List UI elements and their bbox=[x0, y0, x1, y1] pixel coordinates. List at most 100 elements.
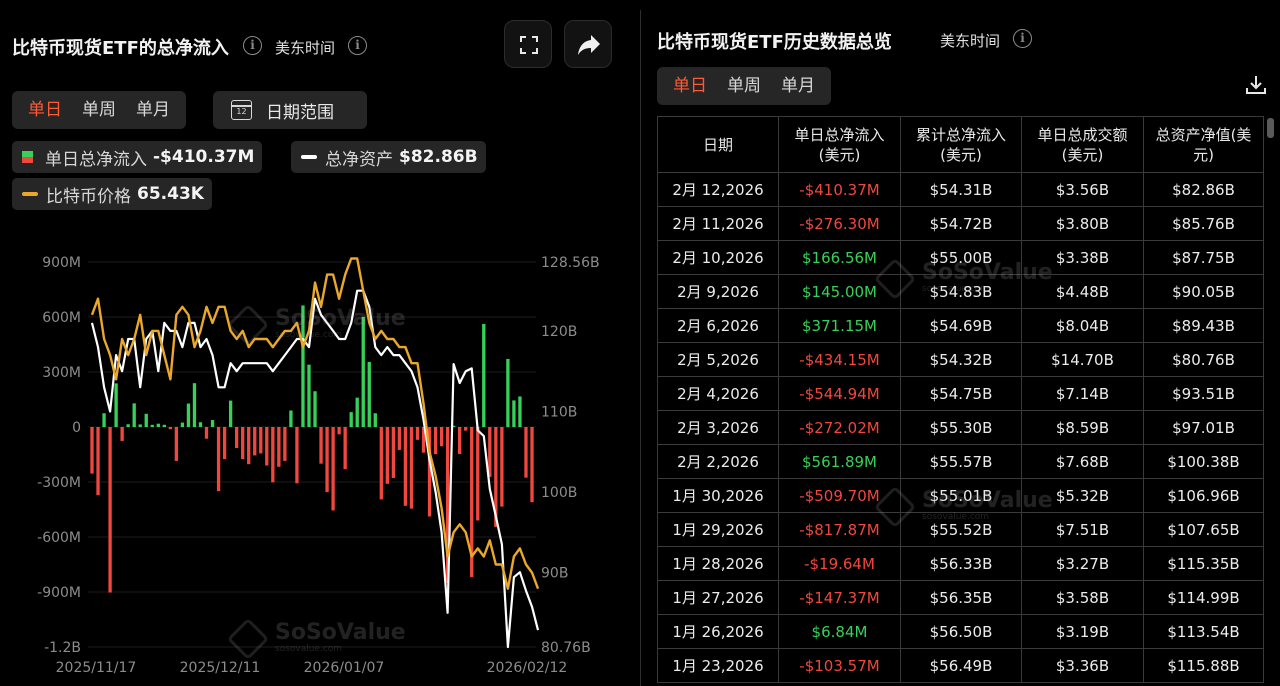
inflow-bar[interactable] bbox=[247, 427, 251, 465]
inflow-bar[interactable] bbox=[482, 323, 486, 427]
inflow-bar[interactable] bbox=[126, 424, 130, 427]
inflow-bar[interactable] bbox=[132, 403, 136, 427]
inflow-bar[interactable] bbox=[458, 427, 462, 455]
inflow-bar[interactable] bbox=[277, 427, 281, 467]
chart-tab-monthly[interactable]: 单月 bbox=[126, 91, 180, 129]
table-cell: -$103.57M bbox=[778, 648, 901, 683]
download-icon[interactable] bbox=[1244, 73, 1268, 97]
inflow-bar[interactable] bbox=[385, 427, 389, 484]
inflow-bar[interactable] bbox=[409, 427, 414, 509]
inflow-bar[interactable] bbox=[144, 413, 148, 427]
fullscreen-button[interactable] bbox=[504, 20, 552, 68]
inflow-bar[interactable] bbox=[361, 317, 365, 427]
title-info-icon[interactable]: i bbox=[243, 36, 262, 55]
inflow-bar[interactable] bbox=[271, 427, 275, 483]
share-button[interactable] bbox=[564, 20, 612, 68]
inflow-bar[interactable] bbox=[319, 427, 323, 464]
inflow-bar[interactable] bbox=[379, 427, 383, 500]
legend-btc-price[interactable]: 比特币价格 65.43K bbox=[12, 178, 212, 210]
table-cell: $54.69B bbox=[900, 308, 1022, 343]
table-tab-daily[interactable]: 单日 bbox=[663, 67, 717, 105]
inflow-bar[interactable] bbox=[331, 427, 335, 511]
inflow-bar[interactable] bbox=[403, 427, 408, 506]
inflow-bar[interactable] bbox=[120, 427, 124, 441]
table-cell: 2月 11,2026 bbox=[657, 206, 779, 241]
inflow-bar[interactable] bbox=[174, 427, 179, 461]
inflow-bar[interactable] bbox=[210, 420, 215, 427]
inflow-bar[interactable] bbox=[289, 410, 293, 428]
table-cell: $93.51B bbox=[1143, 376, 1264, 411]
inflow-bar[interactable] bbox=[500, 427, 504, 507]
inflow-bar[interactable] bbox=[180, 422, 185, 427]
table-cell: $8.59B bbox=[1021, 410, 1144, 445]
table-scrollbar[interactable] bbox=[1267, 118, 1274, 138]
inflow-bar[interactable] bbox=[90, 427, 94, 474]
table-row: 1月 23,2026 -$103.57M $56.49B $3.36B $115.88B bbox=[657, 648, 1264, 683]
inflow-bar[interactable] bbox=[512, 400, 516, 427]
inflow-bar[interactable] bbox=[295, 427, 299, 484]
inflow-bar[interactable] bbox=[198, 422, 203, 427]
table-row: 2月 12,2026 -$410.37M $54.31B $3.56B $82.86B bbox=[657, 172, 1264, 207]
inflow-bar[interactable] bbox=[355, 397, 359, 427]
inflow-bar[interactable] bbox=[150, 424, 154, 427]
inflow-bar[interactable] bbox=[349, 412, 353, 427]
table-tab-weekly[interactable]: 单周 bbox=[717, 67, 771, 105]
left-axis-tick: -600M bbox=[37, 530, 81, 546]
inflow-chart[interactable]: 900M 600M 300M 0 -300M -600M -900M -1.2B 128.56… bbox=[0, 240, 630, 686]
inflow-bar[interactable] bbox=[259, 427, 263, 454]
chart-tab-daily[interactable]: 单日 bbox=[18, 91, 72, 129]
inflow-bar[interactable] bbox=[235, 427, 239, 449]
inflow-bar[interactable] bbox=[301, 305, 305, 427]
inflow-bar[interactable] bbox=[343, 427, 347, 470]
inflow-bar[interactable] bbox=[524, 427, 528, 478]
table-cell: -$509.70M bbox=[778, 478, 901, 513]
chart-tab-weekly[interactable]: 单周 bbox=[72, 91, 126, 129]
table-cell: $115.88B bbox=[1143, 648, 1264, 683]
legend-net-assets[interactable]: 总净资产 $82.86B bbox=[291, 141, 486, 173]
inflow-bar[interactable] bbox=[168, 427, 173, 430]
date-range-button[interactable]: 12 日期范围 bbox=[213, 91, 367, 129]
inflow-bar[interactable] bbox=[307, 364, 311, 427]
inflow-bar[interactable] bbox=[156, 423, 160, 427]
inflow-bar[interactable] bbox=[433, 427, 438, 455]
table-row: 2月 5,2026 -$434.15M $54.32B $14.70B $80.76B bbox=[657, 342, 1264, 377]
left-axis-tick: 600M bbox=[42, 310, 81, 326]
inflow-bar[interactable] bbox=[96, 427, 100, 496]
inflow-bar[interactable] bbox=[216, 427, 221, 492]
inflow-bar[interactable] bbox=[373, 413, 377, 427]
legend-daily-net-inflow[interactable]: 单日总净流入 -$410.37M bbox=[12, 141, 263, 173]
inflow-bar[interactable] bbox=[283, 427, 287, 461]
inflow-bar[interactable] bbox=[265, 427, 269, 466]
table-timezone-info-icon[interactable]: i bbox=[1013, 29, 1032, 48]
calendar-day-number: 12 bbox=[236, 107, 247, 116]
inflow-bar[interactable] bbox=[367, 361, 371, 427]
inflow-bar[interactable] bbox=[162, 424, 166, 427]
inflow-bar[interactable] bbox=[228, 400, 233, 427]
table-tab-monthly[interactable]: 单月 bbox=[771, 67, 825, 105]
inflow-bar[interactable] bbox=[102, 413, 106, 427]
inflow-bar[interactable] bbox=[222, 427, 227, 460]
inflow-bar[interactable] bbox=[313, 391, 317, 427]
inflow-bar[interactable] bbox=[464, 427, 468, 431]
inflow-bar[interactable] bbox=[439, 427, 444, 447]
inflow-bar[interactable] bbox=[138, 424, 142, 427]
inflow-bar[interactable] bbox=[415, 427, 420, 440]
inflow-bar[interactable] bbox=[114, 383, 118, 427]
inflow-bar[interactable] bbox=[506, 358, 510, 427]
inflow-bar[interactable] bbox=[397, 427, 402, 450]
table-cell: $89.43B bbox=[1143, 308, 1264, 343]
inflow-bar[interactable] bbox=[476, 427, 480, 521]
inflow-bar[interactable] bbox=[391, 427, 396, 478]
inflow-bar[interactable] bbox=[337, 427, 341, 435]
table-cell: -$19.64M bbox=[778, 546, 901, 581]
inflow-bar[interactable] bbox=[325, 427, 329, 493]
inflow-bar[interactable] bbox=[241, 427, 245, 460]
inflow-bar[interactable] bbox=[518, 396, 522, 427]
inflow-bar[interactable] bbox=[186, 403, 191, 427]
inflow-bar[interactable] bbox=[204, 427, 209, 439]
inflow-bar[interactable] bbox=[108, 427, 112, 593]
timezone-info-icon[interactable]: i bbox=[348, 36, 367, 55]
inflow-bar[interactable] bbox=[530, 427, 534, 503]
inflow-bar[interactable] bbox=[192, 383, 197, 427]
inflow-bar[interactable] bbox=[253, 427, 257, 456]
